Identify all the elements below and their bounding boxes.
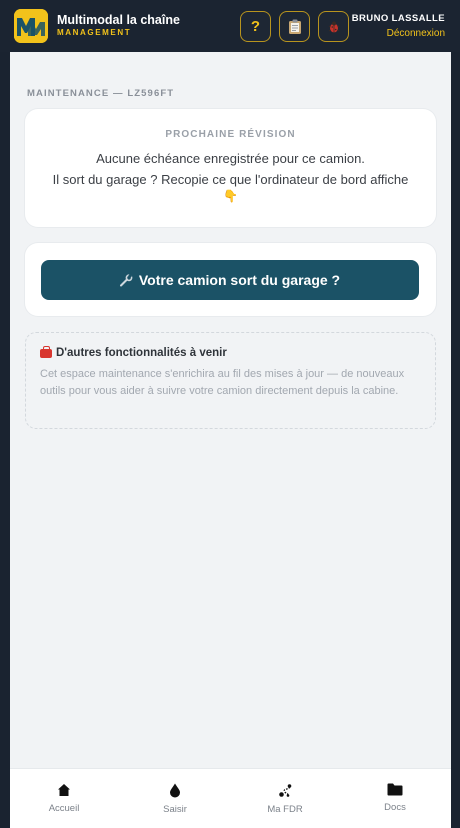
action-button-label: Votre camion sort du garage ?: [138, 272, 341, 288]
brand-subtitle: MANAGEMENT: [57, 28, 132, 37]
logout-link[interactable]: Déconnexion: [352, 28, 445, 39]
main-content: MAINTENANCE — LZ596FT PROCHAINE RÉVISION…: [10, 52, 451, 768]
revision-card: PROCHAINE RÉVISION Aucune échéance enreg…: [25, 109, 436, 227]
drop-icon: [170, 783, 180, 798]
coming-soon-panel: D'autres fonctionnalités à venir Cet esp…: [25, 332, 436, 429]
revision-status-text: Aucune échéance enregistrée pour ce cami…: [96, 151, 365, 166]
revision-title: PROCHAINE RÉVISION: [165, 129, 296, 140]
section-label: MAINTENANCE — LZ596FT: [27, 88, 175, 99]
toolbox-icon: [40, 345, 52, 358]
coming-soon-description: Cet espace maintenance s'enrichira au fi…: [40, 368, 405, 397]
nav-label: Ma FDR: [267, 804, 303, 815]
brand-title: Multimodal la chaîne: [57, 13, 180, 27]
clipboard-icon: [288, 19, 301, 34]
coming-soon-title-text: D'autres fonctionnalités à venir: [56, 347, 227, 359]
coming-soon-title: D'autres fonctionnalités à venir: [40, 345, 227, 359]
bottom-nav: Accueil Saisir Ma FDR Docs: [10, 768, 451, 828]
logo-mm-icon[interactable]: [14, 9, 48, 43]
wrench-icon: [119, 273, 133, 286]
route-icon: [278, 784, 291, 797]
brand: Multimodal la chaîne MANAGEMENT: [57, 13, 180, 37]
revision-hint-text: Il sort du garage ? Recopie ce que l'ord…: [52, 172, 409, 187]
user-block: BRUNO LASSALLE Déconnexion: [352, 13, 445, 39]
nav-label: Accueil: [48, 803, 80, 814]
folder-icon: [387, 783, 403, 796]
nav-item-saisir[interactable]: Saisir: [135, 783, 215, 815]
app-header: Multimodal la chaîne MANAGEMENT ? BRUNO: [0, 0, 460, 52]
clipboard-button[interactable]: [279, 11, 310, 42]
help-icon: ?: [250, 18, 261, 35]
pointing-down-icon: 👇: [223, 189, 238, 203]
bug-icon: [328, 21, 339, 32]
help-button[interactable]: ?: [240, 11, 271, 42]
nav-item-accueil[interactable]: Accueil: [24, 783, 104, 814]
home-icon: [58, 784, 70, 796]
nav-item-ma-fdr[interactable]: Ma FDR: [245, 783, 325, 815]
nav-label: Docs: [384, 802, 406, 813]
nav-item-docs[interactable]: Docs: [355, 783, 435, 813]
truck-leaves-garage-button[interactable]: Votre camion sort du garage ?: [41, 260, 419, 300]
action-card: Votre camion sort du garage ?: [25, 243, 436, 316]
nav-label: Saisir: [163, 804, 187, 815]
user-name: BRUNO LASSALLE: [351, 13, 445, 24]
bug-report-button[interactable]: [318, 11, 349, 42]
